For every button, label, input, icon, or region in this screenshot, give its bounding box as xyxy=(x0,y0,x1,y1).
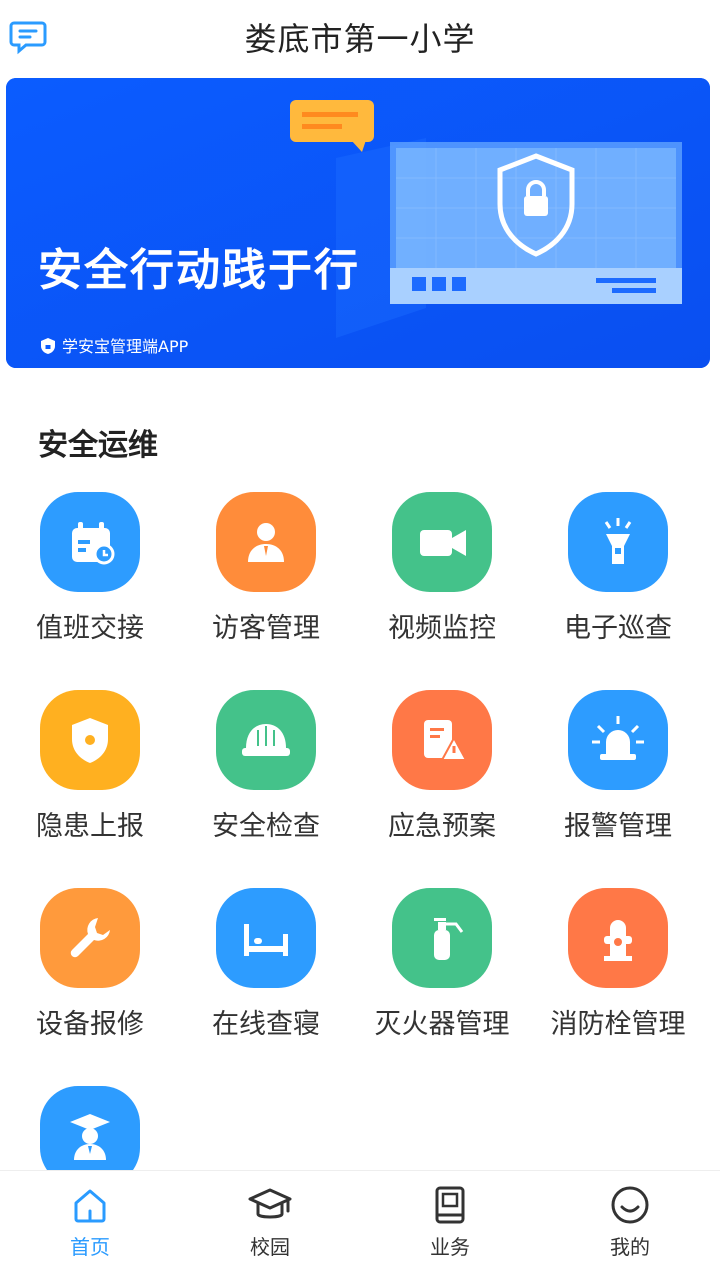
bed-icon xyxy=(216,888,316,988)
function-tile[interactable]: 灭火器管理 xyxy=(354,884,530,1080)
video-camera-icon xyxy=(392,492,492,592)
nav-mine-label: 我的 xyxy=(610,1235,650,1259)
app-shield-icon xyxy=(40,337,56,355)
function-tile-label: 访客管理 xyxy=(212,613,320,644)
siren-icon xyxy=(568,690,668,790)
function-tile-label: 设备报修 xyxy=(36,1009,144,1040)
function-tile-label: 安全检查 xyxy=(212,811,320,842)
function-tile-label: 在线查寝 xyxy=(212,1009,320,1040)
function-tile-label: 电子巡查 xyxy=(564,613,672,644)
function-tile[interactable]: 值班交接 xyxy=(2,488,178,684)
bottom-navigation: 首页 校园 业务 我的 xyxy=(0,1170,720,1281)
fire-extinguisher-icon xyxy=(392,888,492,988)
visitor-icon xyxy=(216,492,316,592)
function-tile-label: 视频监控 xyxy=(388,613,496,644)
function-tile[interactable]: 隐患上报 xyxy=(2,686,178,882)
flashlight-icon xyxy=(568,492,668,592)
banner-subtitle: 学安宝管理端APP xyxy=(40,333,188,357)
banner-illustration xyxy=(6,78,710,368)
nav-business-label: 业务 xyxy=(430,1235,470,1259)
fire-hydrant-icon xyxy=(568,888,668,988)
function-tile-label: 灭火器管理 xyxy=(374,1009,510,1040)
document-warning-icon xyxy=(392,690,492,790)
wrench-icon xyxy=(40,888,140,988)
app-header: 娄底市第一小学 xyxy=(0,0,720,72)
function-tile-label: 隐患上报 xyxy=(36,811,144,842)
function-tile[interactable]: 安全检查 xyxy=(178,686,354,882)
nav-home[interactable]: 首页 xyxy=(0,1171,180,1281)
calendar-clock-icon xyxy=(40,492,140,592)
nav-business[interactable]: 业务 xyxy=(360,1171,540,1281)
function-tile[interactable]: 视频监控 xyxy=(354,488,530,684)
function-tile[interactable]: 访客管理 xyxy=(178,488,354,684)
nav-home-label: 首页 xyxy=(70,1235,110,1259)
nav-campus[interactable]: 校园 xyxy=(180,1171,360,1281)
function-tile-label: 消防栓管理 xyxy=(550,1009,686,1040)
nav-campus-label: 校园 xyxy=(250,1235,290,1259)
book-icon xyxy=(435,1186,465,1224)
function-tile[interactable]: 报警管理 xyxy=(530,686,706,882)
function-tile-label: 报警管理 xyxy=(564,811,672,842)
promo-banner[interactable]: 安全行动践于行 学安宝管理端APP xyxy=(6,78,710,368)
shield-alert-icon xyxy=(40,690,140,790)
banner-subtitle-text: 学安宝管理端APP xyxy=(62,337,189,356)
function-tile-label: 值班交接 xyxy=(36,613,144,644)
nav-mine[interactable]: 我的 xyxy=(540,1171,720,1281)
banner-slogan: 安全行动践于行 xyxy=(38,245,360,296)
function-tile[interactable]: 应急预案 xyxy=(354,686,530,882)
hard-hat-icon xyxy=(216,690,316,790)
function-tile[interactable]: 消防栓管理 xyxy=(530,884,706,1080)
function-tile[interactable]: 电子巡查 xyxy=(530,488,706,684)
function-tile[interactable]: 设备报修 xyxy=(2,884,178,1080)
section-title: 安全运维 xyxy=(38,428,158,463)
graduation-cap-icon xyxy=(248,1188,292,1219)
smile-icon xyxy=(611,1186,649,1224)
home-icon xyxy=(74,1189,106,1223)
function-tile[interactable]: 在线查寝 xyxy=(178,884,354,1080)
function-tile-label: 应急预案 xyxy=(388,811,496,842)
page-title: 娄底市第一小学 xyxy=(244,20,476,58)
